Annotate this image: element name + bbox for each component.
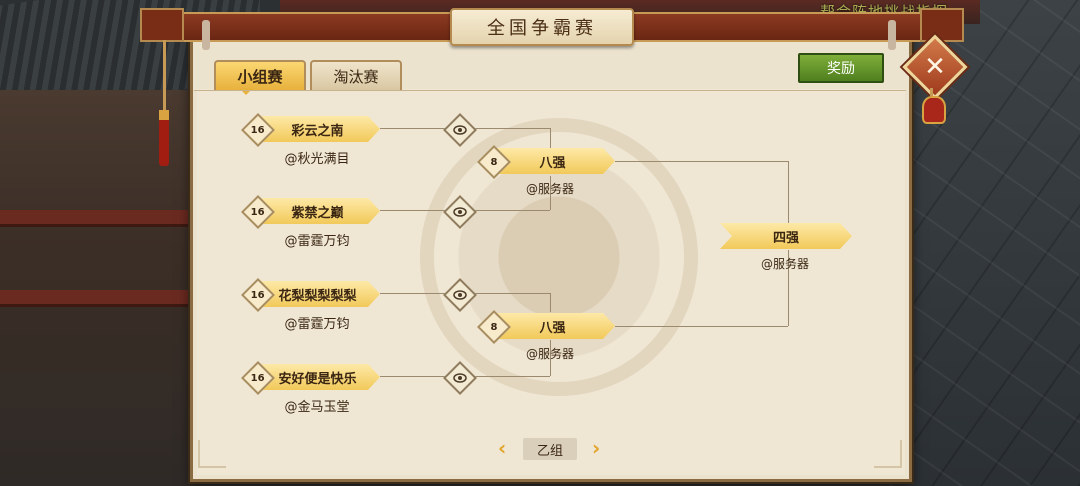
team-server: @服务器 [525,182,574,196]
bracket-line [550,128,551,148]
team-server: @秋光满目 [284,152,350,167]
tassel-ornament [159,110,169,166]
semifinal-pill[interactable]: 四强 [720,223,852,249]
bracket-line [380,376,450,377]
bracket-line [380,210,450,211]
banner-right-end [920,8,964,42]
team-server: @雷霆万钧 [284,234,350,249]
bracket-line [615,326,788,327]
bracket-line [380,293,450,294]
charm-cord [930,88,933,96]
bracket-line [615,161,788,162]
banner-pin [888,20,896,50]
bracket-line [380,128,450,129]
tab-knockout[interactable]: 淘汰赛 [310,60,402,90]
tab-group-stage[interactable]: 小组赛 [214,60,306,90]
bracket-line [470,128,550,129]
prev-group-arrow-icon[interactable]: ‹ [498,436,506,460]
page-title: 全国争霸赛 [450,8,634,46]
close-icon: ✕ [924,52,946,82]
background-wall [0,90,200,486]
team-server: @雷霆万钧 [284,317,350,332]
bracket-line [788,161,789,223]
charm-ornament [922,96,946,124]
bracket-line [470,293,550,294]
tassel-cord [163,40,166,110]
next-group-arrow-icon[interactable]: › [592,436,600,460]
reward-button[interactable]: 奖励 [798,53,884,83]
background-rail [0,210,200,224]
banner-pin [202,20,210,50]
background-rail [0,290,200,304]
bracket-line [470,376,550,377]
corner-ornament [874,440,902,468]
team-server: @服务器 [760,257,809,271]
team-server: @金马玉堂 [284,400,350,415]
banner-left-end [140,8,184,42]
bracket-line [470,210,550,211]
group-label: 乙组 [523,438,577,460]
team-server: @服务器 [525,347,574,361]
corner-ornament [198,440,226,468]
bracket-line [550,293,551,312]
